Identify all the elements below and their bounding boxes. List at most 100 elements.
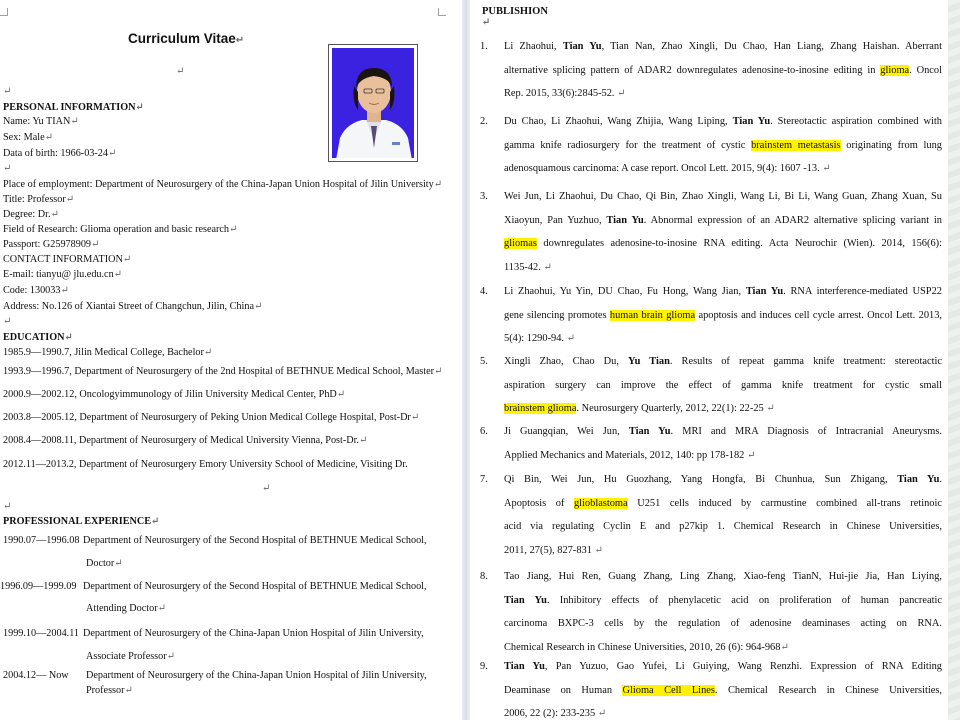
citation-text: Li Zhaohui, [504, 41, 563, 52]
citation-text: 5(4): 1290-94. [504, 333, 567, 345]
author-highlight: Tian Yu [562, 41, 602, 52]
author-highlight: Tian Yu [897, 474, 940, 485]
education-item: 1985.9—1990.7, Jilin Medical College, Ba… [3, 347, 213, 358]
publication-citation: Tao Jiang, Hui Ren, Guang Zhang, Ling Zh… [504, 565, 942, 659]
citation-text: Ji Guangqian, Wei Jun, [504, 426, 629, 437]
citation-line: alternative splicing pattern of ADAR2 do… [504, 59, 942, 83]
publication-number: 5. [480, 356, 488, 367]
cv-right-page: PUBLISHION ↵ 1. Li Zhaohui, Tian Yu, Tian … [470, 0, 948, 720]
experience-position: Doctor↵ [86, 558, 123, 569]
page-edge-background [948, 0, 960, 720]
publications-heading: PUBLISHION ↵ [482, 6, 548, 28]
citation-text: . Neurosurgery Quarterly, 2012, 22(1): 2… [576, 403, 767, 415]
cv-title: Curriculum Vitae↵ [128, 31, 245, 46]
citation-text: 2006, 22 (2): 233-235 [504, 708, 598, 720]
publication-citation: Wei Jun, Li Zhaohui, Du Chao, Qi Bin, Zh… [504, 185, 942, 279]
education-item: 2012.11—2013.2, Department of Neurosurge… [3, 459, 408, 470]
citation-text: Applied Mechanics and Materials, 2012, 1… [504, 449, 747, 461]
experience-description: Department of Neurosurgery of the Second… [83, 581, 427, 592]
paragraph-mark: ↵ [617, 88, 626, 100]
sex-field: Sex: Male↵ [3, 132, 53, 143]
email-field: E-mail: tianyu@ jlu.edu.cn↵ [3, 269, 123, 280]
publication-number: 2. [480, 116, 488, 127]
citation-text: 2011, 27(5), 827-831 [504, 544, 595, 556]
highlighted-term: glioblastoma [573, 497, 628, 509]
citation-line: Xiaoyun, Pan Yuzhuo, Tian Yu. Abnormal e… [504, 209, 942, 233]
research-field: Field of Research: Glioma operation and … [3, 224, 238, 235]
education-item: 2008.4—2008.11, Department of Neurosurge… [3, 435, 368, 446]
author-highlight: Tian Yu [745, 286, 784, 297]
citation-line: gliomas downregulates adenosine-to-inosi… [504, 232, 942, 256]
citation-text: 1135-42. [504, 261, 544, 273]
citation-text: . Stereotactic aspiration combined with [770, 116, 942, 127]
author-highlight: Tian Yu [732, 116, 771, 127]
citation-text: Deaminase on Human [504, 684, 623, 696]
citation-text: Xiaoyun, Pan Yuzhuo, [504, 214, 607, 226]
page-gutter [462, 0, 470, 720]
cv-left-page: Curriculum Vitae↵ ↵ ↵ PERSONAL INFORMATI… [0, 0, 462, 720]
author-highlight: Tian Yu [504, 594, 547, 606]
citation-text: , Tian Nan, Zhao Xingli, Du Chao, Han Li… [601, 41, 942, 52]
paragraph-mark: ↵ [3, 86, 12, 97]
citation-line: Tian Yu, Pan Yuzuo, Gao Yufei, Li Guiyin… [504, 655, 942, 679]
citation-text: Xingli Zhao, Chao Du, [504, 356, 629, 367]
paragraph-mark: ↵ [3, 501, 12, 512]
citation-line: Rep. 2015, 33(6):2845-52. ↵ [504, 82, 942, 106]
paragraph-mark: ↵ [176, 66, 185, 77]
publication-citation: Xingli Zhao, Chao Du, Yu Tian. Results o… [504, 350, 942, 421]
citation-line: 2006, 22 (2): 233-235 ↵ [504, 702, 942, 720]
citation-line: Applied Mechanics and Materials, 2012, 1… [504, 444, 942, 468]
title-field: Title: Professor↵ [3, 194, 75, 205]
highlighted-term: brainstem metastasis [751, 139, 841, 151]
highlighted-term: glioma [880, 64, 910, 76]
paragraph-mark: ↵ [766, 403, 775, 415]
citation-text: aspiration surgery can improve the effec… [504, 379, 942, 391]
portrait-photo [332, 48, 414, 158]
experience-date: 1996.09—1999.09 [0, 581, 77, 592]
highlighted-term: brainstem glioma [504, 403, 577, 415]
citation-text: adenosquamous carcinoma: A case report. … [504, 163, 823, 175]
citation-line: aspiration surgery can improve the effec… [504, 374, 942, 398]
paragraph-mark: ↵ [566, 333, 576, 345]
citation-text: U251 cells induced by carmustine combine… [627, 497, 942, 509]
experience-position: Attending Doctor↵ [86, 603, 166, 614]
publication-number: 6. [480, 426, 488, 437]
experience-position: Associate Professor↵ [86, 651, 176, 662]
name-field: Name: Yu TIAN↵ [3, 116, 79, 127]
publication-citation: Du Chao, Li Zhaohui, Wang Zhijia, Wang L… [504, 110, 942, 181]
dob-field: Data of birth: 1966-03-24↵ [3, 148, 117, 159]
education-item: 1993.9—1996.7, Department of Neurosurger… [3, 366, 443, 377]
citation-text: apoptosis and induces cell cycle arrest.… [695, 309, 942, 321]
employment-field: Place of employment: Department of Neuro… [3, 179, 443, 190]
publication-citation: Li Zhaohui, Tian Yu, Tian Nan, Zhao Xing… [504, 35, 942, 106]
postal-code-field: Code: 130033↵ [3, 285, 69, 296]
citation-text: originating from lung [840, 139, 942, 151]
paragraph-mark: ↵ [746, 449, 756, 461]
highlighted-term: Glioma Cell Lines [622, 684, 715, 696]
highlighted-term: human brain glioma [609, 309, 696, 321]
education-item: 2000.9—2002.12, Oncologyimmunology of Ji… [3, 389, 346, 400]
education-item: 2003.8—2005.12, Department of Neurosurge… [3, 412, 420, 423]
citation-text: . MRI and MRA Diagnosis of Intracranial … [670, 426, 943, 437]
paragraph-mark: ↵ [3, 316, 12, 327]
publication-number: 7. [480, 474, 488, 485]
author-highlight: Yu Tian [628, 356, 670, 367]
paragraph-mark: ↵ [594, 544, 603, 556]
citation-line: Du Chao, Li Zhaohui, Wang Zhijia, Wang L… [504, 110, 942, 134]
address-field: Address: No.126 of Xiantai Street of Cha… [3, 301, 263, 312]
citation-text: Tao Jiang, Hui Ren, Guang Zhang, Ling Zh… [504, 571, 942, 582]
portrait-photo-frame [328, 44, 418, 162]
citation-text: . Chemical Research in Chinese Universit… [714, 684, 942, 696]
paragraph-mark: ↵ [780, 641, 789, 653]
citation-text: . Results of repeat gamma knife treatmen… [669, 356, 942, 367]
publication-number: 4. [480, 286, 488, 297]
margin-corner-mark [0, 8, 8, 16]
publication-number: 3. [480, 191, 488, 202]
citation-text: . Abnormal expression of an ADAR2 altern… [643, 214, 942, 226]
citation-text: acid via regulating Cyclin E and p27kip … [504, 521, 942, 533]
paragraph-mark: ↵ [597, 708, 607, 720]
citation-text: , Pan Yuzuo, Gao Yufei, Li Guiying, Wang… [544, 661, 942, 672]
paragraph-mark: ↵ [3, 163, 12, 174]
citation-line: Ji Guangqian, Wei Jun, Tian Yu. MRI and … [504, 420, 942, 444]
citation-text: Apoptosis of [504, 497, 574, 509]
